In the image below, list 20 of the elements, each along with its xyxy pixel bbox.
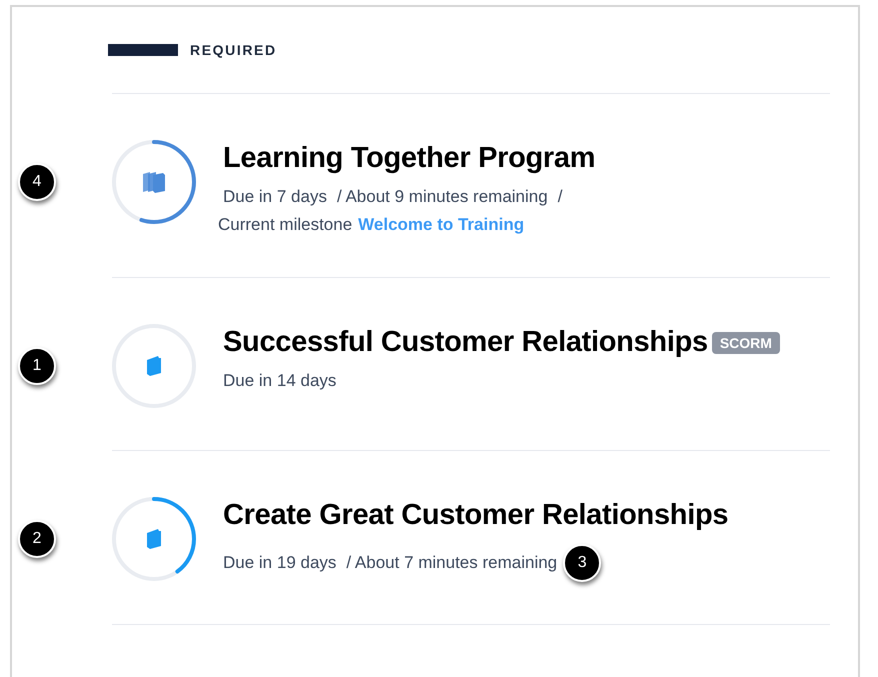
type-badge: SCORM [712, 332, 780, 354]
step-marker: 3 [563, 544, 602, 582]
book-icon [146, 355, 162, 377]
section-bar [108, 44, 178, 56]
meta-text: Due in 14 days [223, 371, 336, 391]
book-icon [146, 528, 162, 550]
meta-text: / [558, 187, 562, 207]
meta-text: / About 9 minutes remaining [336, 187, 548, 207]
course-title[interactable]: Successful Customer Relationships [223, 326, 708, 359]
step-marker: 4 [18, 163, 56, 201]
meta-text: Due in 7 days [223, 187, 327, 207]
milestone-label: Current milestone [218, 215, 352, 235]
step-marker: 2 [18, 520, 56, 558]
books-icon [141, 169, 167, 195]
meta-text: / About 7 minutes remaining [346, 553, 558, 573]
course-title[interactable]: Create Great Customer Relationships [223, 499, 728, 532]
meta-text: Due in 19 days [223, 553, 336, 573]
course-title[interactable]: Learning Together Program [223, 142, 596, 175]
step-marker: 1 [18, 347, 56, 385]
section-label: REQUIRED [190, 42, 277, 58]
